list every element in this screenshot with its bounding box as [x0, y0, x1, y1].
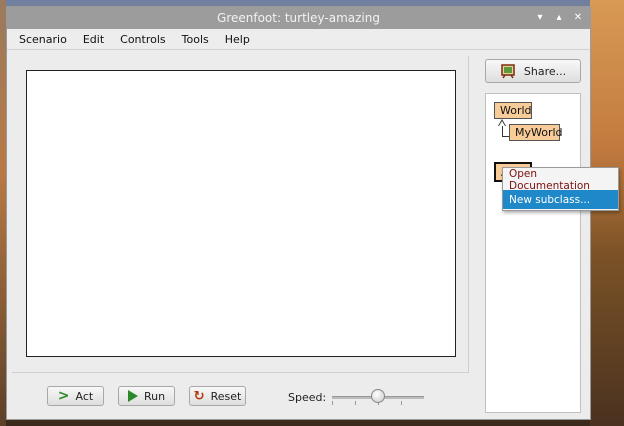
class-myworld[interactable]: MyWorld: [509, 124, 563, 141]
act-label: Act: [75, 389, 94, 403]
close-icon[interactable]: ✕: [572, 10, 584, 24]
world-pane: [12, 56, 469, 372]
chevron-down-icon[interactable]: ▾: [534, 10, 546, 24]
reset-label: Reset: [210, 389, 242, 403]
slider-thumb[interactable]: [371, 389, 385, 403]
share-button[interactable]: Share...: [485, 59, 581, 83]
class-world[interactable]: World: [494, 102, 532, 119]
title-bar[interactable]: Greenfoot: turtley-amazing ▾ ▴ ✕: [7, 7, 590, 29]
menu-new-subclass[interactable]: New subclass...: [503, 190, 618, 209]
menu-scenario[interactable]: Scenario: [11, 33, 75, 46]
share-label: Share...: [523, 64, 567, 78]
run-button[interactable]: Run: [118, 386, 175, 406]
menu-edit[interactable]: Edit: [75, 33, 112, 46]
menu-help[interactable]: Help: [217, 33, 258, 46]
inheritance-line-vertical: [502, 126, 503, 136]
act-button[interactable]: > Act: [47, 386, 104, 406]
reset-button[interactable]: ↻ Reset: [189, 386, 246, 406]
menu-controls[interactable]: Controls: [112, 33, 174, 46]
execution-controls: > Act Run ↻ Reset Speed:: [12, 372, 469, 417]
class-context-menu: Open Documentation New subclass...: [502, 167, 619, 211]
window-title: Greenfoot: turtley-amazing: [217, 11, 380, 25]
world-canvas[interactable]: [26, 70, 456, 357]
speed-label: Speed:: [288, 391, 327, 404]
class-diagram: World MyWorld Actor: [485, 93, 581, 413]
share-icon: [501, 64, 515, 79]
play-icon: [127, 390, 138, 402]
menu-open-documentation[interactable]: Open Documentation: [503, 168, 618, 192]
act-icon: >: [57, 388, 70, 404]
desktop-background-right: [590, 0, 624, 426]
window-controls: ▾ ▴ ✕: [534, 10, 584, 24]
chevron-up-icon[interactable]: ▴: [553, 10, 565, 24]
class-pane: Share... World MyWorld Actor: [474, 50, 583, 413]
speed-slider[interactable]: [332, 389, 424, 405]
run-label: Run: [143, 389, 166, 403]
menu-bar: Scenario Edit Controls Tools Help: [7, 29, 590, 50]
reset-icon: ↻: [193, 388, 205, 404]
menu-tools[interactable]: Tools: [174, 33, 217, 46]
